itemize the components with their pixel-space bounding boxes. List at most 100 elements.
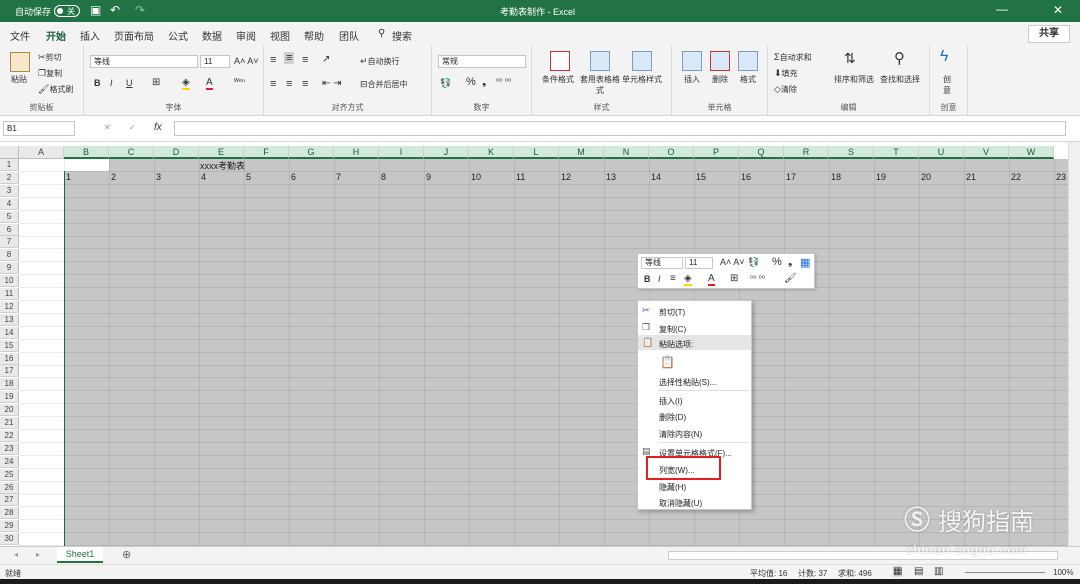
row-header-28[interactable]: 28 bbox=[0, 507, 19, 520]
conditional-format-button[interactable]: 条件格式 bbox=[542, 74, 574, 85]
column-header-v[interactable]: V bbox=[964, 146, 1009, 159]
row-header-22[interactable]: 22 bbox=[0, 429, 19, 442]
tab-help[interactable]: 帮助 bbox=[304, 28, 324, 43]
mini-brush-icon[interactable]: 🖌 bbox=[784, 273, 797, 284]
paste-icon[interactable] bbox=[10, 52, 30, 72]
tab-formulas[interactable]: 公式 bbox=[168, 28, 188, 43]
create-button[interactable]: 创意 bbox=[943, 74, 953, 96]
day-cell[interactable]: 18 bbox=[831, 172, 841, 182]
row-header-6[interactable]: 6 bbox=[0, 223, 19, 236]
italic-button[interactable]: I bbox=[110, 78, 113, 88]
align-center-icon[interactable]: ≡ bbox=[286, 78, 292, 90]
merge-center-button[interactable]: ⊟合并后居中 bbox=[360, 79, 408, 90]
tab-home[interactable]: 开始 bbox=[44, 28, 68, 49]
row-header-3[interactable]: 3 bbox=[0, 184, 19, 197]
column-header-e[interactable]: E bbox=[199, 146, 244, 159]
clear-button[interactable]: ◇清除 bbox=[774, 84, 797, 95]
name-box[interactable]: B1 bbox=[3, 121, 75, 136]
row-header-8[interactable]: 8 bbox=[0, 249, 19, 262]
autosave-toggle[interactable]: 关 bbox=[54, 5, 80, 17]
paste-button[interactable]: 粘贴 bbox=[11, 74, 27, 85]
wrap-text-button[interactable]: ↵自动换行 bbox=[360, 56, 400, 67]
align-bottom-icon[interactable]: ≡ bbox=[302, 54, 308, 66]
tab-review[interactable]: 审阅 bbox=[236, 28, 256, 43]
row-header-21[interactable]: 21 bbox=[0, 417, 19, 429]
row-header-13[interactable]: 13 bbox=[0, 313, 19, 326]
column-header-k[interactable]: K bbox=[469, 146, 514, 159]
menu-clear-contents[interactable]: 清除内容(N) bbox=[659, 429, 702, 440]
row-header-25[interactable]: 25 bbox=[0, 468, 19, 481]
cell-styles-icon[interactable] bbox=[632, 51, 652, 71]
mini-bold-button[interactable]: B bbox=[644, 274, 651, 284]
fill-color-icon[interactable]: ◈ bbox=[182, 77, 190, 90]
font-size-select[interactable]: 11 bbox=[200, 55, 230, 68]
tab-insert[interactable]: 插入 bbox=[80, 28, 100, 43]
format-cells-icon[interactable] bbox=[738, 51, 758, 71]
fill-button[interactable]: ⬇填充 bbox=[774, 68, 798, 79]
title-cell[interactable]: xxxx考勤表 bbox=[200, 159, 245, 172]
table-format-icon[interactable] bbox=[590, 51, 610, 71]
select-all-corner[interactable] bbox=[0, 146, 19, 159]
align-right-icon[interactable]: ≡ bbox=[302, 78, 308, 90]
autosum-button[interactable]: Σ自动求和 bbox=[774, 52, 812, 63]
day-cell[interactable]: 1 bbox=[66, 172, 71, 182]
column-header-m[interactable]: M bbox=[559, 146, 604, 159]
redo-icon[interactable]: ↷ bbox=[135, 3, 145, 17]
day-cell[interactable]: 17 bbox=[786, 172, 796, 182]
zoom-slider[interactable] bbox=[965, 572, 1045, 573]
column-header-i[interactable]: I bbox=[379, 146, 424, 159]
grow-font-icon[interactable]: A˄ A˅ bbox=[234, 56, 259, 66]
tab-search[interactable]: 搜索 bbox=[392, 28, 412, 43]
day-cell[interactable]: 5 bbox=[246, 172, 251, 182]
column-header-s[interactable]: S bbox=[829, 146, 874, 159]
delete-cells-button[interactable]: 删除 bbox=[712, 74, 728, 85]
row-header-15[interactable]: 15 bbox=[0, 339, 19, 352]
column-header-r[interactable]: R bbox=[784, 146, 829, 159]
menu-copy[interactable]: 复制(C) bbox=[659, 324, 686, 335]
day-cell[interactable]: 7 bbox=[336, 172, 341, 182]
row-header-23[interactable]: 23 bbox=[0, 442, 19, 455]
day-cell[interactable]: 11 bbox=[516, 172, 525, 182]
enter-icon[interactable]: ✓ bbox=[129, 123, 136, 132]
find-icon[interactable]: ⚲ bbox=[894, 49, 905, 67]
page-break-icon[interactable]: ▥ bbox=[934, 566, 943, 577]
orientation-icon[interactable]: ↗ bbox=[322, 54, 330, 65]
column-header-d[interactable]: D bbox=[154, 146, 199, 159]
tab-data[interactable]: 数据 bbox=[202, 28, 222, 43]
lightning-icon[interactable]: ϟ bbox=[940, 48, 948, 66]
column-header-p[interactable]: P bbox=[694, 146, 739, 159]
normal-view-icon[interactable]: ▦ bbox=[893, 566, 903, 577]
menu-hide[interactable]: 隐藏(H) bbox=[659, 482, 686, 493]
day-cell[interactable]: 22 bbox=[1011, 172, 1021, 182]
column-header-l[interactable]: L bbox=[514, 146, 559, 159]
mini-percent-button[interactable]: % bbox=[772, 256, 782, 268]
undo-icon[interactable]: ↶ bbox=[110, 3, 120, 17]
day-cell[interactable]: 23 bbox=[1056, 172, 1066, 182]
row-header-4[interactable]: 4 bbox=[0, 197, 19, 210]
align-middle-icon[interactable]: ≡ bbox=[284, 52, 295, 64]
row-header-24[interactable]: 24 bbox=[0, 455, 19, 468]
bold-button[interactable]: B bbox=[94, 78, 101, 88]
column-header-h[interactable]: H bbox=[334, 146, 379, 159]
currency-icon[interactable]: 💱 bbox=[440, 78, 451, 89]
tab-page-layout[interactable]: 页面布局 bbox=[114, 28, 154, 43]
row-header-29[interactable]: 29 bbox=[0, 520, 19, 533]
menu-unhide[interactable]: 取消隐藏(U) bbox=[659, 498, 702, 509]
column-header-c[interactable]: C bbox=[109, 146, 154, 159]
cell-styles-button[interactable]: 单元格样式 bbox=[622, 74, 662, 85]
column-header-b[interactable]: B bbox=[64, 146, 109, 159]
row-header-12[interactable]: 12 bbox=[0, 300, 19, 313]
row-header-9[interactable]: 9 bbox=[0, 262, 19, 275]
vertical-scrollbar[interactable] bbox=[1068, 142, 1080, 546]
insert-cells-icon[interactable] bbox=[682, 51, 702, 71]
column-header-j[interactable]: J bbox=[424, 146, 469, 159]
close-icon[interactable]: ✕ bbox=[1053, 3, 1063, 17]
row-header-26[interactable]: 26 bbox=[0, 481, 19, 494]
format-button[interactable]: 格式 bbox=[740, 74, 756, 85]
add-sheet-icon[interactable]: ⊕ bbox=[122, 548, 131, 561]
sheet-prev-icon[interactable]: ◂ bbox=[14, 550, 18, 559]
mini-table-icon[interactable]: ▦ bbox=[800, 256, 810, 269]
row-header-14[interactable]: 14 bbox=[0, 326, 19, 339]
menu-insert[interactable]: 插入(I) bbox=[659, 396, 683, 407]
day-cell[interactable]: 9 bbox=[426, 172, 431, 182]
